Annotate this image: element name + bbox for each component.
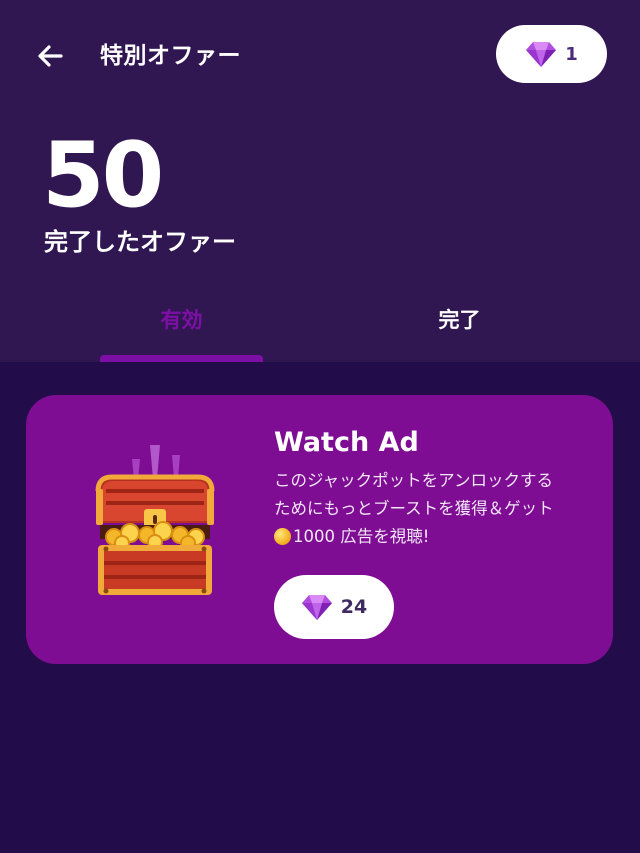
tab-completed[interactable]: 完了	[378, 304, 541, 336]
offer-description-line2: ためにもっとブーストを獲得＆ゲット	[274, 499, 554, 518]
coin-icon	[274, 528, 291, 545]
offer-description-line3: 広告を視聴!	[335, 527, 430, 546]
completed-offers-count: 50	[42, 123, 164, 228]
tab-active[interactable]: 有効	[100, 304, 263, 336]
offer-card[interactable]: Watch Ad このジャックポットをアンロックする ためにもっとブーストを獲得…	[26, 395, 613, 664]
header: 特別オファー 1 50 完了したオファー 有効 完了	[0, 0, 640, 362]
offer-description-line1: このジャックポットをアンロックする	[274, 471, 554, 490]
tab-indicator	[100, 355, 263, 362]
offer-title: Watch Ad	[274, 427, 419, 458]
back-button[interactable]	[30, 36, 70, 76]
page-title: 特別オファー	[100, 43, 241, 69]
arrow-left-icon	[38, 45, 63, 67]
offer-price-button[interactable]: 24	[274, 575, 394, 639]
gem-balance-count: 1	[565, 43, 578, 65]
treasure-chest-icon	[95, 445, 215, 595]
offer-reward-amount: 1000	[293, 527, 335, 546]
diamond-icon	[301, 595, 332, 620]
diamond-icon	[526, 42, 557, 67]
offer-price: 24	[340, 596, 368, 618]
offer-description: このジャックポットをアンロックする ためにもっとブーストを獲得＆ゲット 1000…	[274, 467, 594, 551]
completed-offers-label: 完了したオファー	[44, 228, 236, 256]
gem-balance-button[interactable]: 1	[496, 25, 607, 83]
